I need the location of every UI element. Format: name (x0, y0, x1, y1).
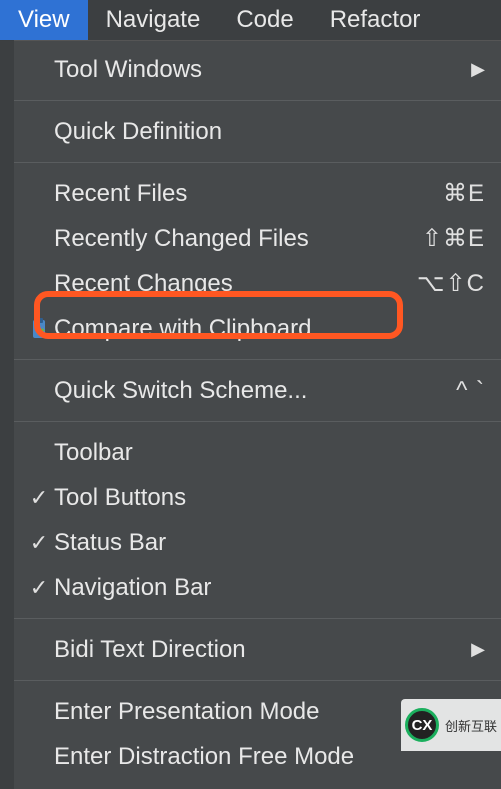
menu-label: Recently Changed Files (54, 225, 422, 253)
watermark: CX 创新互联 (401, 699, 501, 751)
shortcut-text: ⌥⇧C (417, 269, 485, 298)
menu-item-recently-changed-files[interactable]: Recently Changed Files ⇧⌘E (14, 216, 501, 261)
menu-separator (14, 421, 501, 422)
menu-label: Quick Switch Scheme... (54, 377, 456, 405)
menu-item-compare-with-clipboard[interactable]: Compare with Clipboard (14, 306, 501, 351)
shortcut-text: ⇧⌘E (422, 224, 485, 253)
compare-clipboard-icon (24, 317, 54, 341)
menu-item-recent-changes[interactable]: Recent Changes ⌥⇧C (14, 261, 501, 306)
menu-label: Navigation Bar (54, 574, 485, 602)
menu-separator (14, 359, 501, 360)
menubar-label: Code (236, 6, 293, 34)
menu-label: Recent Changes (54, 270, 417, 298)
menubar-label: Refactor (330, 6, 421, 34)
checkmark-icon: ✓ (24, 575, 54, 601)
shortcut-text: ⌘E (443, 179, 485, 208)
menu-label: Tool Windows (54, 56, 471, 84)
checkmark-icon: ✓ (24, 530, 54, 556)
menubar-item-code[interactable]: Code (218, 0, 311, 40)
menu-item-bidi-text-direction[interactable]: Bidi Text Direction ▶ (14, 627, 501, 672)
menu-item-toolbar[interactable]: Toolbar (14, 430, 501, 475)
menu-separator (14, 618, 501, 619)
shortcut-text: ^ ` (456, 377, 485, 405)
menu-separator (14, 162, 501, 163)
watermark-text: 创新互联 (445, 716, 497, 735)
menu-label: Compare with Clipboard (54, 315, 485, 343)
menubar-label: View (18, 6, 70, 34)
view-menu-dropdown: Tool Windows ▶ Quick Definition Recent F… (14, 40, 501, 789)
menubar-item-refactor[interactable]: Refactor (312, 0, 439, 40)
menu-label: Status Bar (54, 529, 485, 557)
menu-item-navigation-bar[interactable]: ✓ Navigation Bar (14, 565, 501, 610)
menu-label: Toolbar (54, 439, 485, 467)
menu-label: Recent Files (54, 180, 443, 208)
menu-label: Bidi Text Direction (54, 636, 471, 664)
menubar-item-view[interactable]: View (0, 0, 88, 40)
submenu-arrow-icon: ▶ (471, 639, 485, 660)
menu-item-tool-buttons[interactable]: ✓ Tool Buttons (14, 475, 501, 520)
menubar-label: Navigate (106, 6, 201, 34)
menu-separator (14, 680, 501, 681)
menu-item-quick-definition[interactable]: Quick Definition (14, 109, 501, 154)
menu-item-recent-files[interactable]: Recent Files ⌘E (14, 171, 501, 216)
menu-item-tool-windows[interactable]: Tool Windows ▶ (14, 47, 501, 92)
menu-separator (14, 100, 501, 101)
submenu-arrow-icon: ▶ (471, 59, 485, 80)
checkmark-icon: ✓ (24, 485, 54, 511)
menu-label: Quick Definition (54, 118, 485, 146)
menubar-item-navigate[interactable]: Navigate (88, 0, 219, 40)
watermark-logo-icon: CX (405, 708, 439, 742)
menu-label: Tool Buttons (54, 484, 485, 512)
menu-item-status-bar[interactable]: ✓ Status Bar (14, 520, 501, 565)
menu-item-quick-switch-scheme[interactable]: Quick Switch Scheme... ^ ` (14, 368, 501, 413)
menubar: View Navigate Code Refactor (0, 0, 501, 40)
